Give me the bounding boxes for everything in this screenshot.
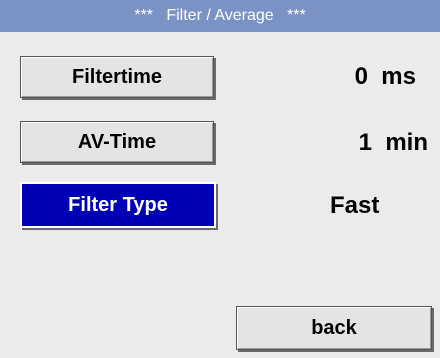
filter-type-value: Fast — [330, 192, 380, 219]
av-time-button[interactable]: AV-Time — [20, 121, 214, 163]
av-time-value: 1 min — [358, 129, 428, 156]
filtertime-button[interactable]: Filtertime — [20, 56, 214, 98]
filtertime-value: 0 ms — [354, 63, 416, 90]
filter-average-screen: *** Filter / Average *** Filtertime 0 ms… — [0, 0, 440, 358]
screen-title: *** Filter / Average *** — [0, 0, 440, 32]
back-button[interactable]: back — [236, 306, 432, 350]
filter-type-button[interactable]: Filter Type — [20, 182, 216, 228]
